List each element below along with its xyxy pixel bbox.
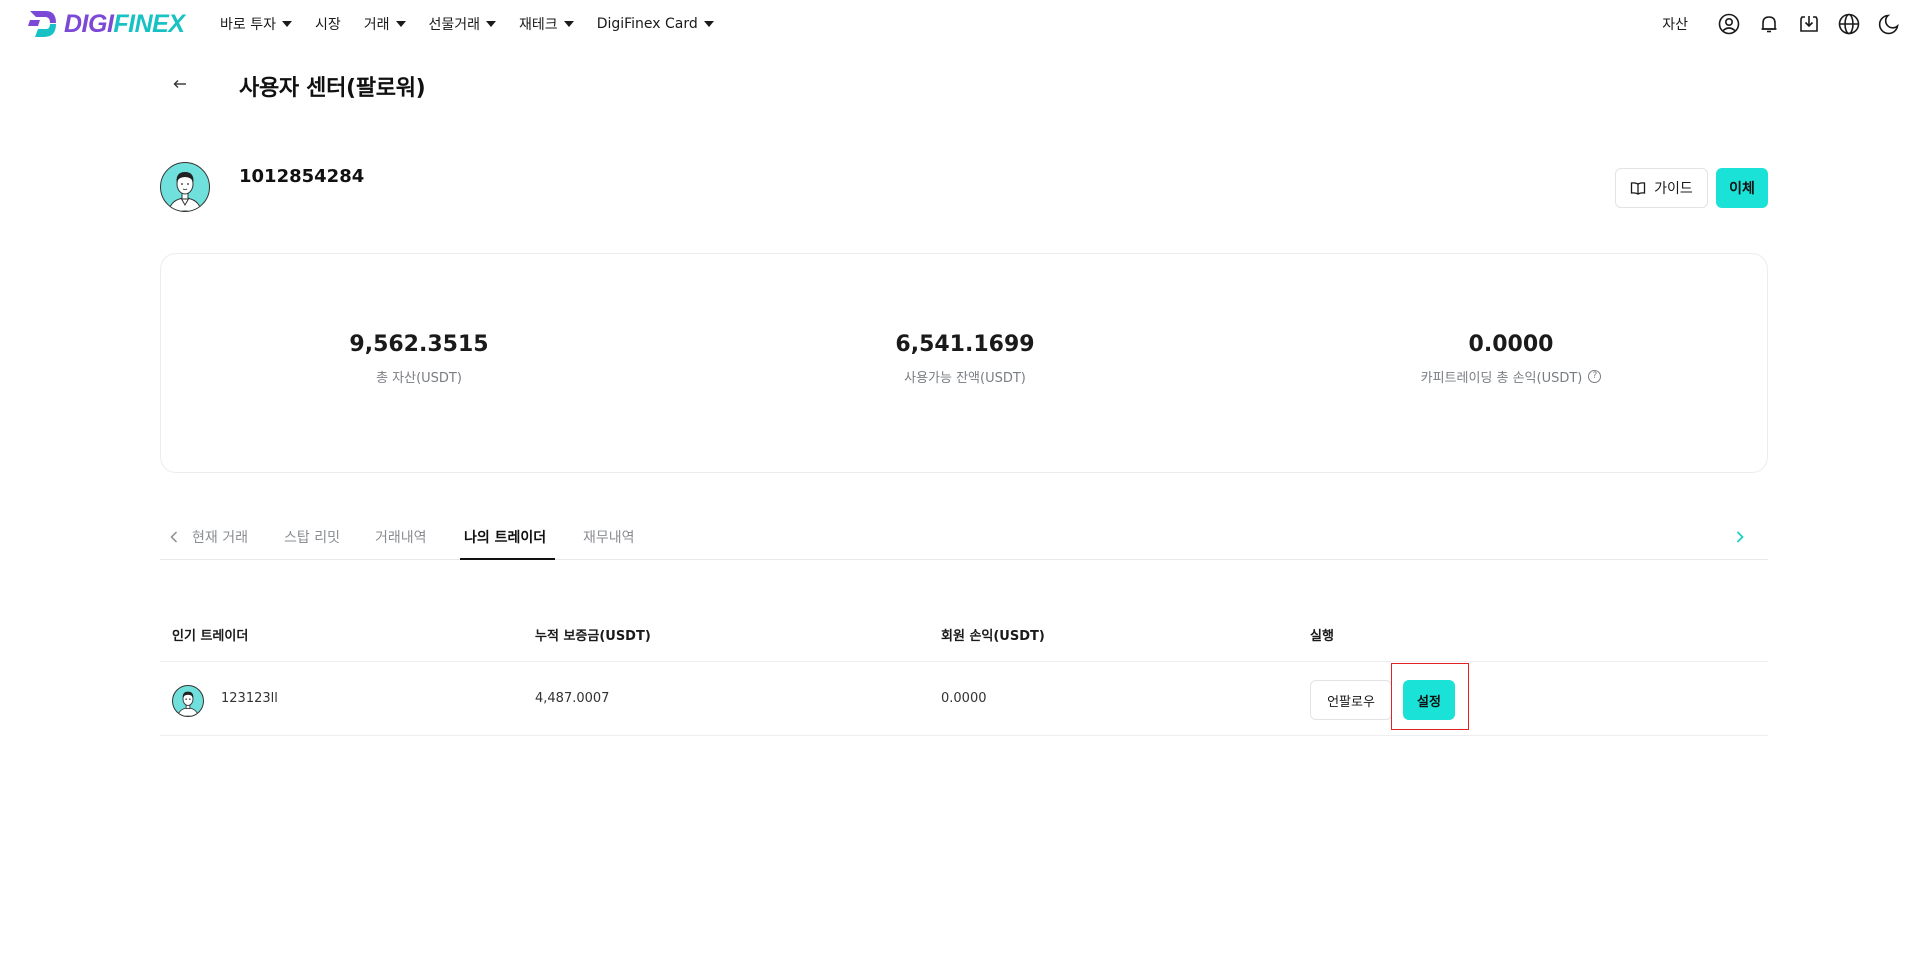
nav-item-quick-invest[interactable]: 바로 투자 [220,14,292,34]
nav-item-futures[interactable]: 선물거래 [429,14,497,34]
stat-label: 카피트레이딩 총 손익(USDT) [1420,371,1583,386]
moon-icon[interactable] [1876,11,1902,37]
download-icon[interactable] [1796,11,1822,37]
main-menu: 바로 투자 시장 거래 선물거래 재테크 DigiFinex Card [220,12,737,36]
tab-my-traders[interactable]: 나의 트레이더 [464,527,546,547]
page-title: 사용자 센터(팔로워) [239,76,426,101]
top-navigation: DIGIFINEX 바로 투자 시장 거래 선물거래 재테크 DigiFinex… [0,0,1920,48]
tab-trade-history[interactable]: 거래내역 [375,527,427,547]
question-circle-icon[interactable]: ? [1588,370,1602,383]
globe-icon[interactable] [1836,11,1862,37]
column-header-action: 실행 [1310,629,1334,644]
digifinex-logo[interactable]: DIGIFINEX [26,9,185,39]
caret-down-icon [281,21,292,27]
digifinex-logo-icon [28,11,56,37]
tab-current-trades[interactable]: 현재 거래 [192,527,248,547]
trader-avatar [172,685,204,717]
tab-stop-limit[interactable]: 스탑 리밋 [284,527,340,547]
stat-available-balance: 6,541.1699 사용가능 잔액(USDT) [755,332,1175,386]
member-pnl: 0.0000 [941,691,987,706]
bell-icon[interactable] [1756,11,1782,37]
nav-right: 자산 [1662,11,1902,37]
column-header-pnl: 회원 손익(USDT) [941,629,1045,644]
caret-down-icon [563,21,574,27]
tab-financial-history[interactable]: 재무내역 [583,527,635,547]
caret-down-icon [395,21,406,27]
nav-item-card[interactable]: DigiFinex Card [597,16,714,32]
tab-bar: 현재 거래 스탑 리밋 거래내역 나의 트레이더 재무내역 [160,518,1768,560]
stat-total-assets: 9,562.3515 총 자산(USDT) [209,332,629,386]
asset-summary-card: 9,562.3515 총 자산(USDT) 6,541.1699 사용가능 잔액… [160,253,1768,473]
stat-value: 6,541.1699 [895,332,1035,357]
stat-value: 0.0000 [1468,332,1554,357]
caret-down-icon [486,21,497,27]
nav-item-market[interactable]: 시장 [315,14,341,34]
cumulative-deposit: 4,487.0007 [535,691,610,706]
brand-name: DIGIFINEX [64,9,185,38]
assets-link[interactable]: 자산 [1662,14,1688,34]
stat-label: 사용가능 잔액(USDT) [904,371,1026,386]
active-tab-indicator [460,558,555,560]
settings-button[interactable]: 설정 [1403,680,1455,720]
stat-copy-trading-pnl: 0.0000 카피트레이딩 총 손익(USDT)? [1301,332,1721,386]
avatar [160,162,210,212]
user-id: 1012854284 [239,166,365,187]
guide-button[interactable]: 가이드 [1615,168,1708,208]
user-icon[interactable] [1716,11,1742,37]
caret-down-icon [703,21,714,27]
guide-label: 가이드 [1654,181,1693,197]
stat-value: 9,562.3515 [349,332,489,357]
book-icon [1631,182,1646,195]
chevron-left-icon[interactable] [170,528,184,546]
nav-item-trade[interactable]: 거래 [364,14,406,34]
column-header-trader: 인기 트레이더 [172,629,249,644]
stat-label: 총 자산(USDT) [376,371,462,386]
trader-name[interactable]: 123123ll [221,691,278,706]
arrow-left-icon[interactable] [170,74,190,94]
nav-item-earn[interactable]: 재테크 [519,14,574,34]
table-row: 123123ll 4,487.0007 0.0000 언팔로우 설정 [160,663,1768,736]
unfollow-button[interactable]: 언팔로우 [1310,680,1392,720]
chevron-right-icon[interactable] [1736,528,1750,546]
column-header-deposit: 누적 보증금(USDT) [535,629,651,644]
transfer-button[interactable]: 이체 [1716,168,1768,208]
table-header: 인기 트레이더 누적 보증금(USDT) 회원 손익(USDT) 실행 [160,612,1768,662]
